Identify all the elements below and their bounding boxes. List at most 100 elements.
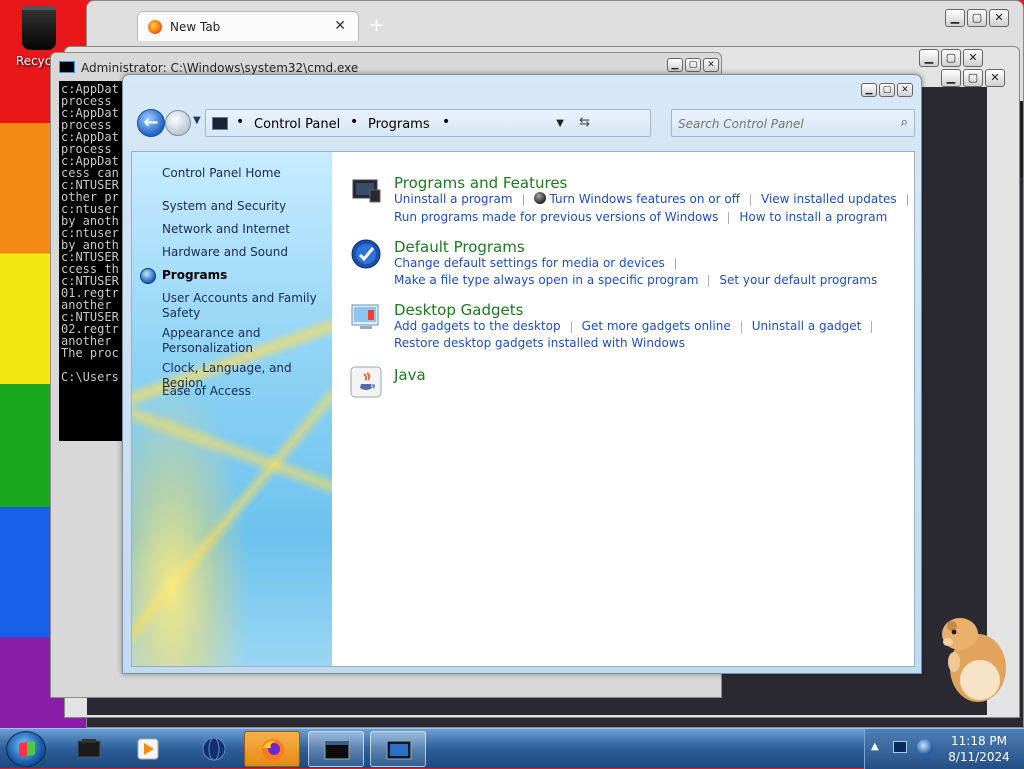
refresh-icon[interactable]: ⇆: [579, 115, 590, 130]
link-how-to-install[interactable]: How to install a program: [739, 210, 887, 224]
recent-pages-chevron-icon[interactable]: ▼: [193, 115, 201, 126]
category-links: Run programs made for previous versions …: [394, 210, 887, 224]
programs-features-icon[interactable]: [350, 174, 382, 206]
close-button[interactable]: ✕: [989, 9, 1009, 27]
link-divider: [871, 320, 873, 333]
windows-logo-icon: [19, 740, 35, 758]
link-windows-features[interactable]: Turn Windows features on or off: [550, 192, 741, 206]
link-uninstall-gadget[interactable]: Uninstall a gadget: [752, 319, 862, 333]
close-button[interactable]: ✕: [985, 69, 1005, 87]
link-installed-updates[interactable]: View installed updates: [761, 192, 897, 206]
link-set-defaults[interactable]: Set your default programs: [719, 273, 877, 287]
minimize-button[interactable]: ▁: [941, 69, 961, 87]
link-add-gadgets[interactable]: Add gadgets to the desktop: [394, 319, 561, 333]
current-location-icon: [140, 268, 156, 284]
breadcrumb-programs[interactable]: Programs: [368, 117, 430, 132]
link-divider: [570, 320, 572, 333]
address-dropdown-icon[interactable]: ▼: [556, 118, 564, 129]
link-divider: [728, 211, 730, 224]
maximize-button[interactable]: ▢: [685, 58, 701, 72]
maximize-button[interactable]: ▢: [963, 69, 983, 87]
hamster-sticker: [942, 618, 1006, 702]
category-default-programs: Default Programs Change default settings…: [350, 238, 910, 298]
maximize-button[interactable]: ▢: [941, 49, 961, 67]
network-icon[interactable]: [893, 741, 907, 753]
link-divider: [674, 257, 676, 270]
category-title[interactable]: Java: [394, 366, 426, 384]
sidebar-item-user-accounts[interactable]: User Accounts and Family Safety: [162, 291, 330, 321]
link-compat-programs[interactable]: Run programs made for previous versions …: [394, 210, 718, 224]
tab-close-icon[interactable]: ✕: [334, 18, 346, 34]
link-divider: [906, 193, 908, 206]
maximize-button[interactable]: ▢: [879, 83, 895, 97]
firefox-icon: [262, 739, 284, 761]
breadcrumb-separator[interactable]: •: [350, 114, 358, 130]
link-restore-gadgets[interactable]: Restore desktop gadgets installed with W…: [394, 336, 685, 350]
sidebar-item-hardware-sound[interactable]: Hardware and Sound: [162, 245, 330, 260]
category-links: Make a file type always open in a specif…: [394, 273, 877, 287]
sidebar: Control Panel Home System and Security N…: [132, 152, 332, 666]
category-links: Uninstall a program Turn Windows features…: [394, 192, 918, 206]
forward-button[interactable]: [165, 110, 191, 136]
search-box[interactable]: ⌕: [671, 109, 915, 137]
minimize-button[interactable]: ▁: [919, 49, 939, 67]
taskbar-app-cmd[interactable]: [308, 731, 364, 767]
new-tab-button[interactable]: +: [369, 15, 384, 36]
breadcrumb-separator[interactable]: •: [236, 114, 244, 130]
navigation-bar: ← ▼ • Control Panel • Programs • ▼ ⇆ ⌕: [131, 101, 915, 149]
address-bar[interactable]: • Control Panel • Programs • ▼ ⇆: [205, 109, 651, 137]
search-input[interactable]: [676, 114, 882, 134]
taskbar-app-media-player[interactable]: [120, 731, 176, 767]
start-button[interactable]: [6, 731, 46, 767]
close-button[interactable]: ✕: [703, 58, 719, 72]
minimize-button[interactable]: ▁: [861, 83, 877, 97]
control-panel-window[interactable]: ▁ ▢ ✕ ← ▼ • Control Panel • Programs • ▼…: [122, 74, 922, 674]
show-hidden-icons-icon[interactable]: ▲: [871, 741, 879, 752]
category-links: Change default settings for media or dev…: [394, 256, 686, 270]
control-panel-content: Control Panel Home System and Security N…: [131, 151, 915, 667]
taskbar-app-explorer[interactable]: [62, 731, 118, 767]
breadcrumb-separator[interactable]: •: [442, 114, 450, 130]
sidebar-item-network-internet[interactable]: Network and Internet: [162, 222, 330, 237]
browser-window-controls: ▁ ▢ ✕: [945, 9, 1009, 27]
recycle-bin-icon: [22, 6, 56, 50]
category-title[interactable]: Programs and Features: [394, 174, 567, 192]
sidebar-item-system-security[interactable]: System and Security: [162, 199, 330, 214]
breadcrumb-control-panel[interactable]: Control Panel: [254, 117, 340, 132]
close-button[interactable]: ✕: [963, 49, 983, 67]
link-more-gadgets[interactable]: Get more gadgets online: [582, 319, 731, 333]
search-icon[interactable]: ⌕: [901, 115, 908, 130]
link-divider: [708, 274, 710, 287]
desktop-gadgets-icon[interactable]: [350, 301, 382, 333]
cmd-icon: [324, 740, 350, 760]
sidebar-item-appearance[interactable]: Appearance and Personalization: [162, 326, 330, 356]
control-panel-icon: [386, 740, 412, 760]
minimize-button[interactable]: ▁: [667, 58, 683, 72]
taskbar-app-globe[interactable]: [186, 731, 242, 767]
control-panel-window-controls: ▁ ▢ ✕: [861, 83, 913, 97]
link-divider: [522, 193, 524, 206]
volume-icon[interactable]: [917, 739, 933, 755]
clock[interactable]: 11:18 PM 8/11/2024: [941, 733, 1017, 765]
taskbar-app-control-panel[interactable]: [370, 731, 426, 767]
category-title[interactable]: Desktop Gadgets: [394, 301, 523, 319]
link-default-media[interactable]: Change default settings for media or dev…: [394, 256, 665, 270]
category-desktop-gadgets: Desktop Gadgets Add gadgets to the deskt…: [350, 301, 910, 361]
category-title[interactable]: Default Programs: [394, 238, 525, 256]
taskbar-app-firefox[interactable]: [244, 731, 300, 767]
link-file-type[interactable]: Make a file type always open in a specif…: [394, 273, 698, 287]
browser-tab[interactable]: New Tab ✕: [137, 11, 359, 41]
default-programs-icon[interactable]: [350, 238, 382, 270]
minimize-button[interactable]: ▁: [945, 9, 965, 27]
back-button[interactable]: ←: [137, 109, 165, 137]
sidebar-item-ease-of-access[interactable]: Ease of Access: [162, 384, 330, 399]
cmd-window-controls: ▁ ▢ ✕: [667, 58, 719, 72]
java-icon[interactable]: [350, 366, 382, 398]
control-panel-icon: [212, 117, 228, 130]
sidebar-item-programs[interactable]: Programs: [162, 268, 330, 283]
category-links: Add gadgets to the desktop Get more gadge…: [394, 319, 882, 333]
sidebar-item-control-panel-home[interactable]: Control Panel Home: [162, 166, 330, 181]
maximize-button[interactable]: ▢: [967, 9, 987, 27]
link-uninstall-program[interactable]: Uninstall a program: [394, 192, 513, 206]
close-button[interactable]: ✕: [897, 83, 913, 97]
